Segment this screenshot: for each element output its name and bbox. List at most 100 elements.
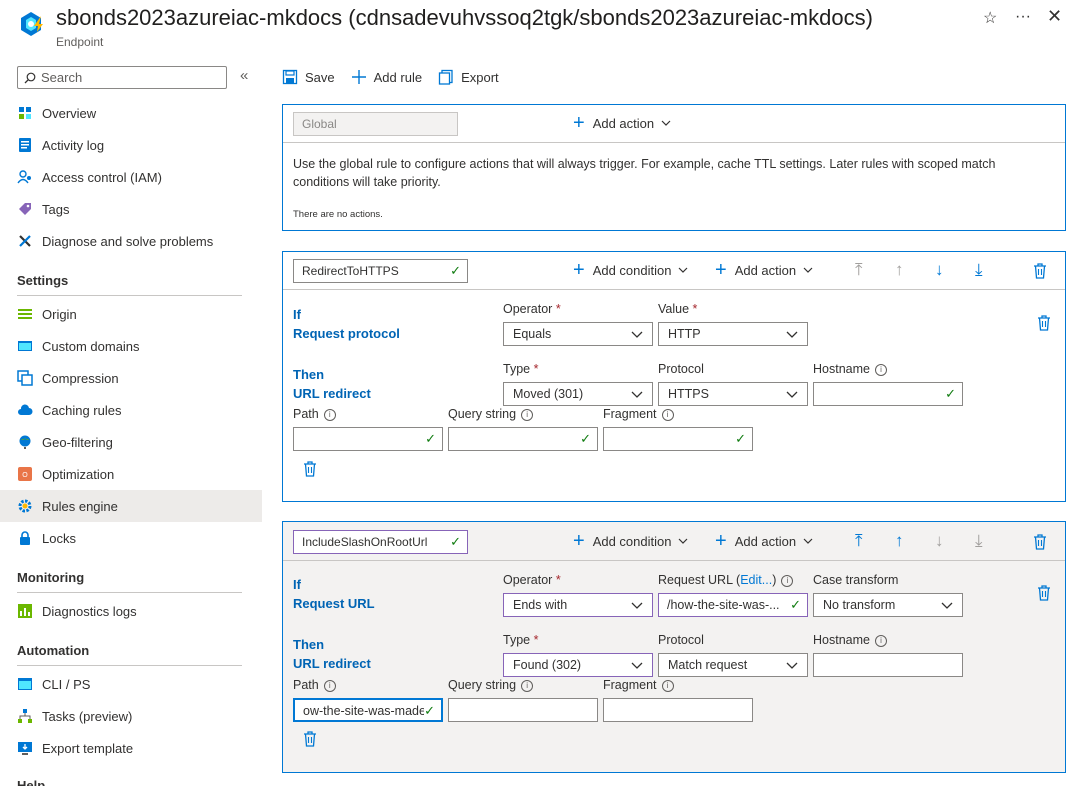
- add-condition-button[interactable]: + Add condition: [573, 531, 688, 551]
- move-up-icon[interactable]: ↑: [895, 531, 904, 551]
- sidebar-item-diagnose[interactable]: Diagnose and solve problems: [0, 225, 262, 257]
- info-icon[interactable]: i: [521, 679, 534, 692]
- export-button[interactable]: Export: [438, 69, 499, 85]
- search-input[interactable]: Search: [17, 66, 227, 89]
- move-to-top-icon[interactable]: ⤒: [855, 260, 863, 280]
- info-icon[interactable]: i: [521, 408, 534, 421]
- delete-condition-icon[interactable]: [1037, 585, 1051, 601]
- info-icon[interactable]: i: [661, 679, 674, 692]
- sidebar-item-origin[interactable]: Origin: [0, 298, 262, 330]
- info-icon[interactable]: i: [323, 408, 336, 421]
- case-transform-value: No transform: [823, 598, 896, 612]
- request-url-label: Request URL (Edit...) i: [658, 573, 794, 587]
- close-icon[interactable]: ✕: [1047, 6, 1062, 27]
- add-action-label: Add action: [592, 115, 655, 131]
- info-icon[interactable]: i: [874, 363, 887, 376]
- chevron-down-icon: [679, 538, 688, 544]
- sidebar-item-label: Diagnostics logs: [42, 603, 137, 619]
- fragment-input[interactable]: ✓: [603, 427, 753, 451]
- save-button[interactable]: Save: [282, 69, 335, 85]
- plus-icon: +: [715, 259, 727, 281]
- move-up-icon[interactable]: ↑: [895, 260, 904, 280]
- add-condition-button[interactable]: + Add condition: [573, 260, 688, 280]
- action-name: URL redirect: [293, 656, 371, 671]
- query-string-input[interactable]: ✓: [448, 427, 598, 451]
- edit-link[interactable]: Edit...: [740, 573, 772, 587]
- move-down-icon[interactable]: ↓: [935, 531, 944, 551]
- more-options-icon[interactable]: ···: [1015, 8, 1031, 26]
- add-action-button[interactable]: + Add action: [573, 113, 671, 133]
- protocol-label: Protocol: [658, 633, 704, 647]
- sidebar-item-custom-domains[interactable]: Custom domains: [0, 330, 262, 362]
- add-action-button[interactable]: + Add action: [715, 531, 813, 551]
- operator-dropdown[interactable]: Ends with: [503, 593, 653, 617]
- delete-action-icon[interactable]: [303, 731, 317, 747]
- sidebar-item-caching-rules[interactable]: Caching rules: [0, 394, 262, 426]
- condition-name: Request URL: [293, 596, 375, 611]
- protocol-dropdown[interactable]: Match request: [658, 653, 808, 677]
- rule-name-value: RedirectToHTTPS: [302, 264, 399, 278]
- info-icon[interactable]: i: [323, 679, 336, 692]
- sidebar-item-label: Overview: [42, 105, 97, 121]
- save-icon: [282, 69, 298, 85]
- path-input[interactable]: ow-the-site-was-made ✓: [293, 698, 443, 722]
- move-down-icon[interactable]: ↓: [935, 260, 944, 280]
- operator-label: Operator *: [503, 302, 561, 316]
- sidebar-item-access-control[interactable]: Access control (IAM): [0, 161, 262, 193]
- request-url-input[interactable]: /how-the-site-was-... ✓: [658, 593, 808, 617]
- sidebar-item-cli-ps[interactable]: CLI / PS: [0, 668, 262, 700]
- protocol-value: HTTPS: [668, 387, 709, 401]
- checkmark-icon: ✓: [945, 386, 956, 401]
- delete-rule-icon[interactable]: [1033, 534, 1047, 550]
- card-divider: [283, 560, 1065, 561]
- delete-condition-icon[interactable]: [1037, 315, 1051, 331]
- case-transform-dropdown[interactable]: No transform: [813, 593, 963, 617]
- delete-rule-icon[interactable]: [1033, 263, 1047, 279]
- add-rule-button[interactable]: Add rule: [351, 69, 422, 85]
- sidebar-item-overview[interactable]: Overview: [0, 97, 262, 129]
- sidebar-item-tags[interactable]: Tags: [0, 193, 262, 225]
- move-to-top-icon[interactable]: ⤒: [855, 531, 863, 551]
- delete-action-icon[interactable]: [303, 461, 317, 477]
- sidebar-item-optimization[interactable]: O Optimization: [0, 458, 262, 490]
- favorite-star-icon[interactable]: ☆: [983, 8, 997, 28]
- global-rule-card: Global + Add action Use the global rule …: [282, 104, 1066, 231]
- command-bar: Save Add rule Export: [282, 64, 515, 90]
- sidebar-item-compression[interactable]: Compression: [0, 362, 262, 394]
- sidebar-item-rules-engine[interactable]: Rules engine: [0, 490, 262, 522]
- rule-name-field[interactable]: RedirectToHTTPS ✓: [293, 259, 468, 283]
- wrench-icon: [19, 235, 31, 247]
- info-icon[interactable]: i: [781, 574, 794, 587]
- type-dropdown[interactable]: Moved (301): [503, 382, 653, 406]
- operator-dropdown[interactable]: Equals: [503, 322, 653, 346]
- value-dropdown[interactable]: HTTP: [658, 322, 808, 346]
- sidebar-item-export-template[interactable]: Export template: [0, 732, 262, 764]
- activity-log-icon: [19, 138, 31, 152]
- fragment-input[interactable]: [603, 698, 753, 722]
- sidebar-item-locks[interactable]: Locks: [0, 522, 262, 554]
- move-to-bottom-icon[interactable]: ⤓: [975, 260, 983, 280]
- sidebar-item-geo-filtering[interactable]: Geo-filtering: [0, 426, 262, 458]
- sidebar-item-label: Custom domains: [42, 338, 140, 354]
- sidebar-item-activity-log[interactable]: Activity log: [0, 129, 262, 161]
- protocol-dropdown[interactable]: HTTPS: [658, 382, 808, 406]
- checkmark-icon: ✓: [450, 534, 461, 549]
- rule-name-field[interactable]: IncludeSlashOnRootUrl ✓: [293, 530, 468, 554]
- move-to-bottom-icon[interactable]: ⤓: [975, 531, 983, 551]
- path-input[interactable]: ✓: [293, 427, 443, 451]
- add-action-button[interactable]: + Add action: [715, 259, 813, 281]
- collapse-sidebar-icon[interactable]: «: [240, 67, 248, 84]
- sidebar-item-diagnostics-logs[interactable]: Diagnostics logs: [0, 595, 262, 627]
- hostname-input[interactable]: [813, 653, 963, 677]
- chevron-down-icon: [661, 120, 671, 126]
- page-header: sbonds2023azureiac-mkdocs (cdnsadevuhvss…: [0, 0, 1085, 58]
- type-dropdown[interactable]: Found (302): [503, 653, 653, 677]
- info-icon[interactable]: i: [874, 634, 887, 647]
- query-string-input[interactable]: [448, 698, 598, 722]
- info-icon[interactable]: i: [661, 408, 674, 421]
- hostname-label-text: Hostname: [813, 633, 870, 647]
- hostname-input[interactable]: ✓: [813, 382, 963, 406]
- sidebar-item-tasks[interactable]: Tasks (preview): [0, 700, 262, 732]
- if-label: If: [293, 307, 301, 322]
- iam-icon: [17, 170, 31, 184]
